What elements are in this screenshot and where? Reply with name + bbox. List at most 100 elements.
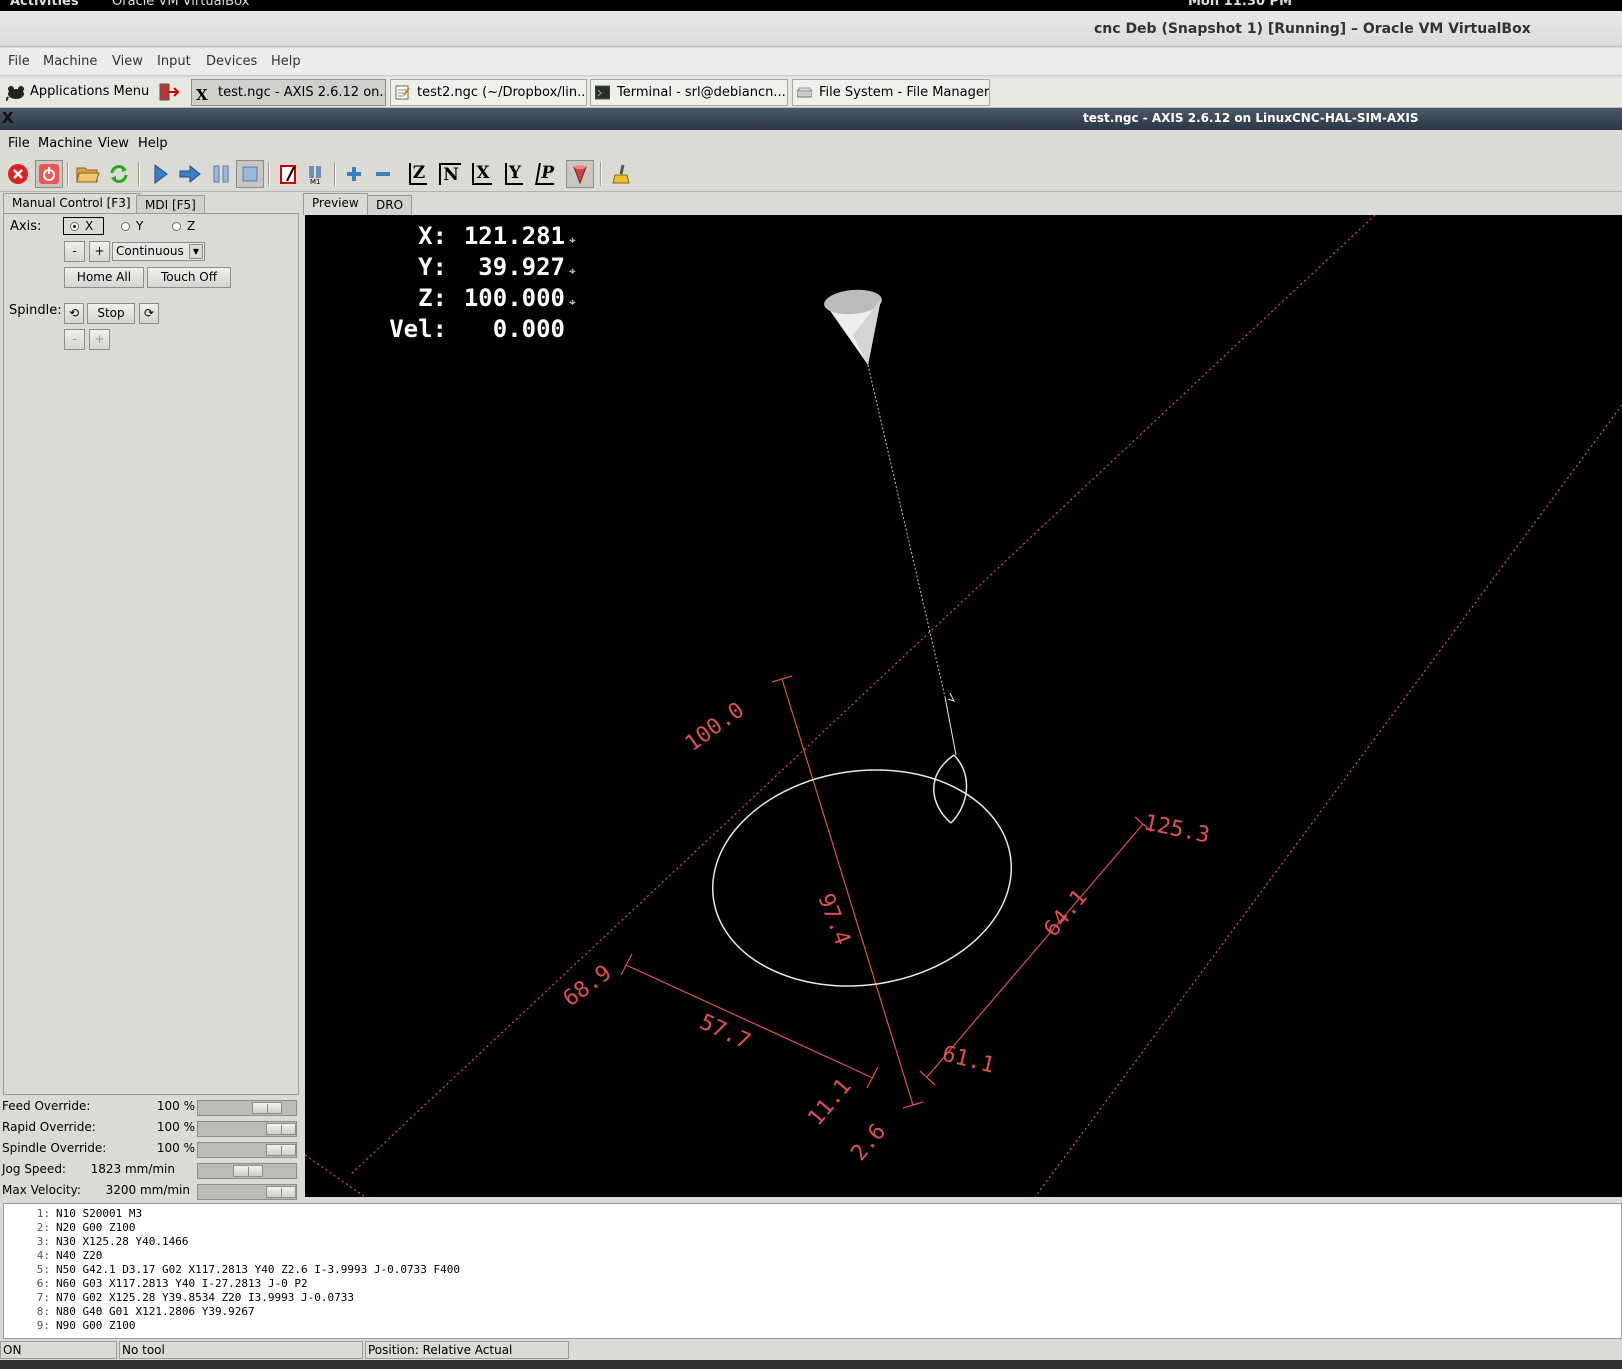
- view-z-icon: Z: [408, 163, 428, 185]
- gcode-line[interactable]: 1: N10 S20001 M3: [4, 1207, 142, 1221]
- gcode-line[interactable]: 7: N70 G02 X125.28 Y39.8534 Z20 I3.9993 J…: [4, 1291, 354, 1305]
- applications-menu-button[interactable]: Applications Menu: [4, 80, 149, 104]
- axis-menu-file[interactable]: File: [8, 136, 30, 151]
- toolpath-preview[interactable]: 100.0 125.3 97.4 64.1 68.9 57.7 61.1 11.…: [305, 215, 1622, 1197]
- logout-icon[interactable]: [158, 82, 180, 102]
- slider-knob[interactable]: [266, 1186, 296, 1198]
- optional-stop-button[interactable]: M1: [304, 160, 332, 188]
- gcode-line-number: 7:: [36, 1291, 50, 1304]
- axis-window-icon[interactable]: X: [2, 109, 14, 127]
- axis-menu-help[interactable]: Help: [138, 136, 168, 151]
- zoom-in-button[interactable]: [340, 160, 368, 188]
- rapid-override-value: 100 %: [156, 1120, 195, 1134]
- stop-icon: [242, 166, 258, 182]
- gnome-app-name[interactable]: Oracle VM VirtualBox: [112, 0, 249, 9]
- step-button[interactable]: [176, 160, 204, 188]
- slider-knob[interactable]: [233, 1165, 263, 1177]
- view-y-button[interactable]: Y: [500, 160, 528, 188]
- axis-menu-machine[interactable]: Machine: [38, 136, 92, 151]
- rapid-override-label: Rapid Override:: [2, 1120, 96, 1134]
- jog-increment-value: Continuous: [116, 244, 184, 258]
- view-x-button[interactable]: X: [468, 160, 496, 188]
- axis-x-radio[interactable]: X: [63, 217, 105, 235]
- estop-button[interactable]: [4, 160, 32, 188]
- spindle-forward-button[interactable]: ⟳: [139, 303, 159, 324]
- extent-line-z: [781, 678, 914, 1106]
- clear-backplot-button[interactable]: [608, 160, 636, 188]
- extent-tick: [866, 1066, 879, 1089]
- axis-menu-view[interactable]: View: [98, 136, 129, 151]
- toggle-rotate-button[interactable]: [566, 160, 594, 188]
- tab-manual-control[interactable]: Manual Control [F3]: [3, 193, 140, 215]
- jog-speed-slider[interactable]: [197, 1163, 297, 1179]
- view-perspective-button[interactable]: P: [532, 160, 560, 188]
- gcode-line[interactable]: 4: N40 Z20: [4, 1249, 103, 1263]
- vbox-menu-file[interactable]: File: [8, 54, 30, 69]
- view-z-button[interactable]: Z: [404, 160, 432, 188]
- vbox-menu-help[interactable]: Help: [271, 54, 301, 69]
- gnome-clock[interactable]: Mon 11:30 PM: [1188, 0, 1292, 9]
- jog-minus-button[interactable]: -: [64, 241, 85, 262]
- lead-in-arc: [933, 754, 955, 824]
- spindle-reverse-button[interactable]: ⟲: [64, 303, 84, 324]
- home-all-button[interactable]: Home All: [64, 267, 144, 288]
- task-axis[interactable]: X test.ngc - AXIS 2.6.12 on...: [191, 79, 386, 106]
- vbox-menu-devices[interactable]: Devices: [206, 54, 257, 69]
- view-y-icon: Y: [504, 163, 524, 185]
- gcode-listing[interactable]: 1: N10 S20001 M3 2: N20 G00 Z100 3: N30 X125.…: [3, 1203, 1622, 1339]
- task-terminal-label: Terminal - srl@debiancn...: [617, 85, 786, 100]
- reload-button[interactable]: [105, 160, 133, 188]
- axis-label: Axis:: [10, 219, 42, 234]
- task-file-manager[interactable]: File System - File Manager: [792, 79, 990, 106]
- gcode-line[interactable]: 9: N90 G00 Z100: [4, 1319, 136, 1333]
- vbox-menu-view[interactable]: View: [112, 54, 143, 69]
- jog-plus-button[interactable]: +: [89, 241, 110, 262]
- gcode-line[interactable]: 2: N20 G00 Z100: [4, 1221, 136, 1235]
- gcode-line[interactable]: 5: N50 G42.1 D3.17 G02 X117.2813 Y40 Z2.6…: [4, 1263, 460, 1277]
- vbox-menu-input[interactable]: Input: [157, 54, 191, 69]
- tab-mdi[interactable]: MDI [F5]: [136, 195, 205, 215]
- pause-button[interactable]: [207, 160, 235, 188]
- axis-z-radio[interactable]: Z: [172, 219, 195, 233]
- machine-power-button[interactable]: [35, 160, 63, 188]
- feed-override-slider[interactable]: [197, 1100, 297, 1116]
- broom-icon: [612, 164, 630, 184]
- tab-dro[interactable]: DRO: [367, 195, 413, 215]
- slider-knob[interactable]: [252, 1102, 282, 1114]
- slider-knob[interactable]: [266, 1144, 296, 1156]
- view-z2-button[interactable]: N: [436, 160, 464, 188]
- rotate-ccw-icon: ⟲: [68, 306, 80, 320]
- touch-off-button[interactable]: Touch Off: [147, 267, 231, 288]
- gcode-line[interactable]: 6: N60 G03 X117.2813 Y40 I-27.2813 J-0 P2: [4, 1277, 308, 1291]
- task-terminal[interactable]: Terminal - srl@debiancn...: [590, 79, 788, 106]
- gcode-line[interactable]: 8: N80 G40 G01 X121.2806 Y39.9267: [4, 1305, 255, 1319]
- tab-preview[interactable]: Preview: [303, 193, 368, 215]
- spindle-slower-button[interactable]: -: [64, 329, 85, 350]
- spindle-override-value: 100 %: [156, 1141, 195, 1155]
- block-delete-button[interactable]: [275, 160, 303, 188]
- run-button[interactable]: [146, 160, 174, 188]
- spindle-stop-button[interactable]: Stop: [87, 303, 135, 324]
- max-velocity-slider[interactable]: [197, 1184, 297, 1200]
- stop-button[interactable]: [236, 160, 264, 188]
- rapid-override-slider[interactable]: [197, 1121, 297, 1137]
- zoom-out-button[interactable]: [369, 160, 397, 188]
- estop-icon: [8, 164, 28, 184]
- gcode-line-text: N50 G42.1 D3.17 G02 X117.2813 Y40 Z2.6 I…: [56, 1263, 460, 1276]
- axis-y-radio[interactable]: Y: [121, 219, 143, 233]
- gcode-line-number: 2:: [36, 1221, 50, 1234]
- vbox-menu-machine[interactable]: Machine: [43, 54, 97, 69]
- spindle-faster-button[interactable]: +: [89, 329, 110, 350]
- jog-increment-select[interactable]: Continuous ▼: [112, 242, 205, 261]
- homed-icon: ⌖: [569, 233, 576, 247]
- gcode-line[interactable]: 3: N30 X125.28 Y40.1466: [4, 1235, 189, 1249]
- open-file-button[interactable]: [74, 160, 102, 188]
- activities-button[interactable]: Activities: [10, 0, 79, 9]
- axis-y-label: Y: [136, 219, 144, 233]
- spindle-override-slider[interactable]: [197, 1142, 297, 1158]
- task-editor[interactable]: test2.ngc (~/Dropbox/lin...: [390, 79, 587, 106]
- rapid-move: [867, 364, 946, 698]
- preview-canvas[interactable]: 100.0 125.3 97.4 64.1 68.9 57.7 61.1 11.…: [305, 215, 1622, 1197]
- status-tool: No tool: [119, 1341, 363, 1359]
- slider-knob[interactable]: [266, 1123, 296, 1135]
